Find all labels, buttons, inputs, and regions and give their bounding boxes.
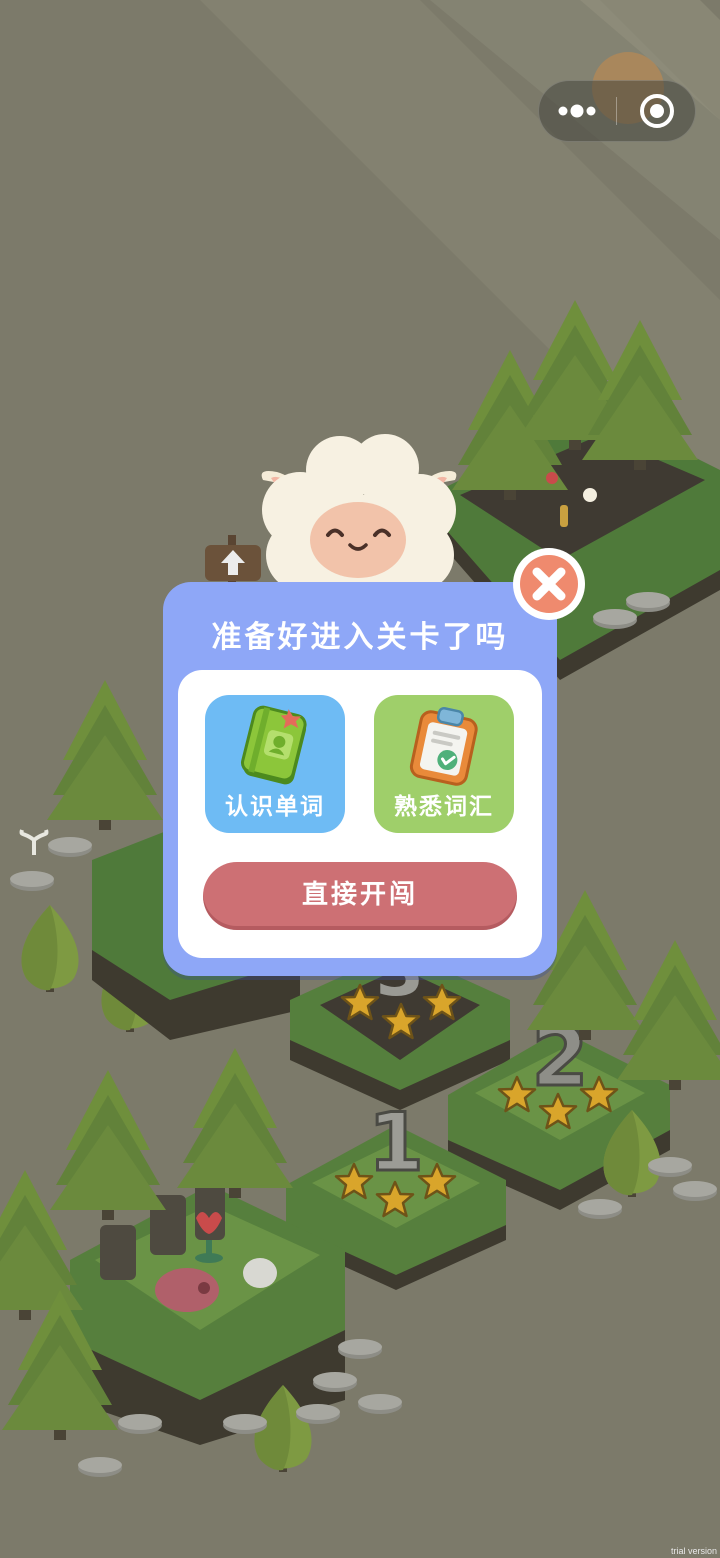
signpost: [205, 535, 261, 585]
game-stage: 3 2 1: [0, 0, 720, 1558]
learn-words-button[interactable]: 认识单词: [205, 695, 345, 833]
watermark: trial version: [670, 1546, 717, 1556]
level-1-number: 1: [368, 1096, 424, 1189]
dialog-close-button[interactable]: [511, 546, 587, 622]
target-circle-icon: [640, 94, 674, 128]
exit-button[interactable]: [617, 81, 695, 141]
green-book-icon: [240, 705, 307, 785]
familiarize-vocab-label: 熟悉词汇: [394, 794, 494, 820]
start-challenge-button[interactable]: 直接开闯: [203, 862, 517, 930]
dialog-panel: 认识单词 熟悉词汇 直接开闯: [178, 670, 542, 958]
close-x-icon: [513, 548, 585, 620]
menu-capsule: [538, 80, 696, 142]
sheep-mascot: [261, 434, 457, 591]
more-dots-icon: [558, 104, 596, 118]
learn-words-label: 认识单词: [225, 794, 325, 820]
dialog-title: 准备好进入关卡了吗: [211, 620, 509, 655]
level-entry-dialog: 准备好进入关卡了吗 认识单词 熟悉词汇 直接开闯: [163, 582, 557, 976]
more-button[interactable]: [539, 81, 615, 141]
clipboard-check-icon: [409, 707, 478, 786]
familiarize-vocab-button[interactable]: 熟悉词汇: [374, 695, 514, 833]
